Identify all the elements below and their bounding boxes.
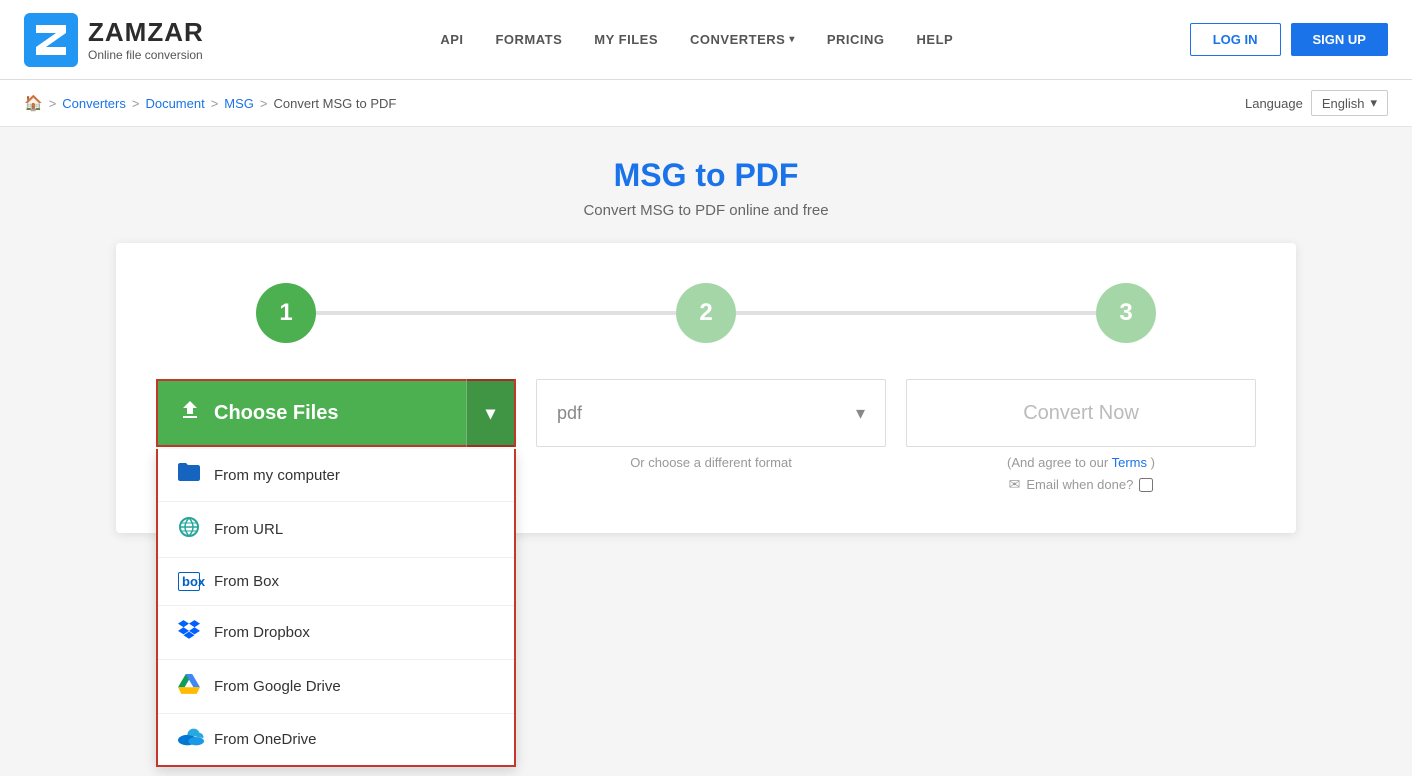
email-checkbox[interactable] <box>1139 478 1153 492</box>
dropdown-item-onedrive[interactable]: From OneDrive <box>158 714 514 765</box>
step-line-1 <box>316 311 676 315</box>
breadcrumb-bar: 🏠 > Converters > Document > MSG > Conver… <box>0 80 1412 127</box>
dropdown-item-computer[interactable]: From my computer <box>158 449 514 502</box>
step-2: 2 <box>676 283 736 343</box>
gdrive-label: From Google Drive <box>214 678 341 695</box>
format-hint: Or choose a different format <box>536 455 886 470</box>
choose-files-button[interactable]: Choose Files ▾ <box>156 379 516 447</box>
action-row: Choose Files ▾ From my computer <box>156 379 1256 493</box>
computer-label: From my computer <box>214 467 340 484</box>
page-subtitle: Convert MSG to PDF online and free <box>24 202 1388 219</box>
logo-icon <box>24 13 78 67</box>
login-button[interactable]: LOG IN <box>1190 23 1281 56</box>
convert-terms: (And agree to our Terms ) <box>906 455 1256 470</box>
nav-converters[interactable]: CONVERTERS ▾ <box>690 32 795 47</box>
dropdown-item-gdrive[interactable]: From Google Drive <box>158 660 514 714</box>
choose-files-wrapper: Choose Files ▾ From my computer <box>156 379 516 447</box>
language-current: English <box>1322 96 1365 111</box>
onedrive-label: From OneDrive <box>214 731 317 748</box>
language-label: Language <box>1245 96 1303 111</box>
auth-buttons: LOG IN SIGN UP <box>1190 23 1388 56</box>
format-section: pdf ▾ Or choose a different format <box>536 379 886 470</box>
url-label: From URL <box>214 521 283 538</box>
language-selector: Language English ▾ <box>1245 90 1388 116</box>
convert-section: Convert Now (And agree to our Terms ) ✉ … <box>906 379 1256 493</box>
breadcrumb-msg[interactable]: MSG <box>224 96 254 111</box>
breadcrumb-current: Convert MSG to PDF <box>274 96 397 111</box>
logo-subtitle: Online file conversion <box>88 48 204 62</box>
breadcrumb-home[interactable]: 🏠 <box>24 94 43 112</box>
logo-link[interactable]: ZAMZAR Online file conversion <box>24 13 204 67</box>
dropdown-item-box[interactable]: box From Box <box>158 558 514 606</box>
email-row: ✉ Email when done? <box>906 476 1256 493</box>
format-arrow: ▾ <box>856 403 865 424</box>
dropbox-label: From Dropbox <box>214 624 310 641</box>
box-label: From Box <box>214 573 279 590</box>
logo-text: ZAMZAR Online file conversion <box>88 17 204 62</box>
files-dropdown: From my computer From URL <box>156 449 516 767</box>
logo-title: ZAMZAR <box>88 17 204 48</box>
nav-formats[interactable]: FORMATS <box>495 32 562 47</box>
page-heading: MSG to PDF Convert MSG to PDF online and… <box>24 157 1388 219</box>
url-icon <box>178 516 200 543</box>
format-dropdown[interactable]: pdf ▾ <box>536 379 886 447</box>
nav-pricing[interactable]: PRICING <box>827 32 885 47</box>
steps-row: 1 2 3 <box>156 283 1256 343</box>
site-header: ZAMZAR Online file conversion API FORMAT… <box>0 0 1412 80</box>
breadcrumb: 🏠 > Converters > Document > MSG > Conver… <box>24 94 396 112</box>
dropdown-item-dropbox[interactable]: From Dropbox <box>158 606 514 660</box>
folder-icon <box>178 463 200 487</box>
nav-converters-label: CONVERTERS <box>690 32 785 47</box>
nav-my-files[interactable]: MY FILES <box>594 32 658 47</box>
format-current: pdf <box>557 403 582 424</box>
email-label: Email when done? <box>1026 477 1133 492</box>
upload-icon <box>178 398 202 428</box>
step-line-2 <box>736 311 1096 315</box>
box-icon: box <box>178 572 200 591</box>
dropbox-icon <box>178 620 200 645</box>
signup-button[interactable]: SIGN UP <box>1291 23 1388 56</box>
language-arrow: ▾ <box>1370 95 1377 111</box>
breadcrumb-document[interactable]: Document <box>145 96 204 111</box>
dropdown-item-url[interactable]: From URL <box>158 502 514 558</box>
language-dropdown[interactable]: English ▾ <box>1311 90 1388 116</box>
step-1: 1 <box>256 283 316 343</box>
onedrive-icon <box>178 728 200 751</box>
choose-files-label: Choose Files <box>214 402 338 425</box>
nav-help[interactable]: HELP <box>917 32 954 47</box>
envelope-icon: ✉ <box>1009 476 1021 493</box>
terms-link[interactable]: Terms <box>1112 455 1147 470</box>
step-3: 3 <box>1096 283 1156 343</box>
main-nav: API FORMATS MY FILES CONVERTERS ▾ PRICIN… <box>440 32 953 47</box>
convert-now-button[interactable]: Convert Now <box>906 379 1256 447</box>
page-title: MSG to PDF <box>24 157 1388 194</box>
breadcrumb-converters[interactable]: Converters <box>62 96 126 111</box>
main-content: MSG to PDF Convert MSG to PDF online and… <box>0 127 1412 617</box>
nav-api[interactable]: API <box>440 32 463 47</box>
gdrive-icon <box>178 674 200 699</box>
converter-card: 1 2 3 <box>116 243 1296 533</box>
choose-files-dropdown-arrow[interactable]: ▾ <box>466 379 514 447</box>
converters-dropdown-arrow: ▾ <box>789 34 795 45</box>
